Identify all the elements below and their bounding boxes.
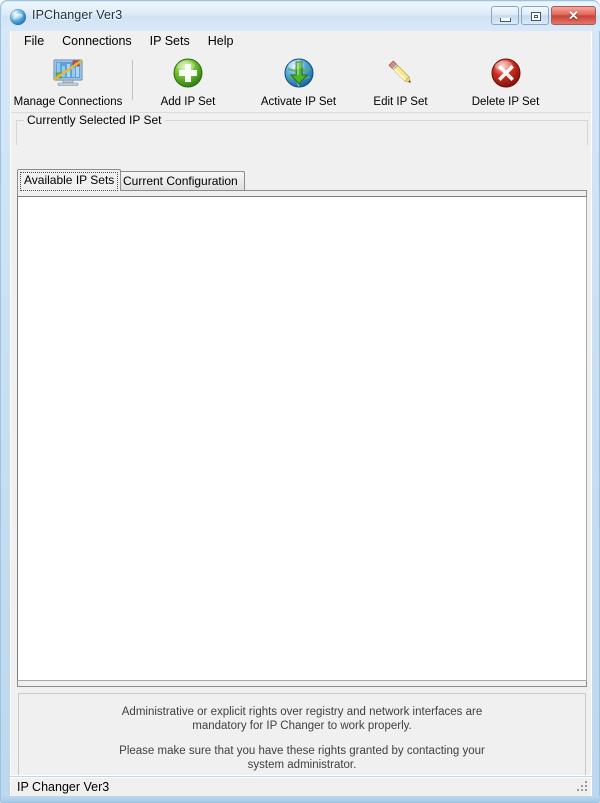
red-x-circle-icon	[491, 58, 520, 88]
globe-green-down-arrow-icon	[284, 58, 313, 88]
tab-available-ip-sets-label: Available IP Sets	[24, 173, 115, 187]
maximize-button[interactable]	[521, 6, 549, 25]
menu-file[interactable]: File	[16, 32, 54, 51]
minimize-icon	[500, 18, 511, 22]
network-monitor-icon	[53, 59, 83, 86]
currently-selected-ip-set-group: Currently Selected IP Set	[16, 113, 588, 145]
status-bar: IP Changer Ver3	[10, 777, 592, 797]
window-bottom-edge	[1, 796, 600, 802]
toolbar-activate-ip-set[interactable]: Activate IP Set	[241, 52, 356, 110]
tab-strip: Available IP Sets Current Configuration	[17, 169, 587, 191]
status-bar-text: IP Changer Ver3	[17, 780, 110, 794]
info-panel: Administrative or explicit rights over r…	[18, 693, 586, 775]
info-line-4: system administrator.	[247, 759, 357, 771]
menu-help[interactable]: Help	[200, 32, 244, 51]
app-globe-icon	[10, 9, 26, 25]
group-title: Currently Selected IP Set	[24, 113, 165, 127]
toolbar-separator	[132, 60, 133, 100]
maximize-icon	[531, 12, 541, 21]
client-area: File Connections IP Sets Help Manage Con…	[10, 31, 592, 776]
window-controls: ✕	[491, 6, 596, 25]
info-line-2: mandatory for IP Changer to work properl…	[192, 720, 412, 732]
info-line-3: Please make sure that you have these rig…	[119, 745, 485, 757]
toolbar-add-ip-set-label: Add IP Set	[160, 96, 216, 108]
title-bar[interactable]: IPChanger Ver3 ✕	[2, 2, 600, 31]
toolbar-edit-ip-set[interactable]: Edit IP Set	[358, 52, 443, 110]
close-button[interactable]: ✕	[551, 6, 596, 25]
tab-available-ip-sets[interactable]: Available IP Sets	[17, 169, 122, 191]
menu-bar: File Connections IP Sets Help	[11, 31, 591, 52]
menu-connections[interactable]: Connections	[54, 32, 142, 51]
toolbar-manage-connections[interactable]: Manage Connections	[11, 52, 125, 110]
info-line-1: Administrative or explicit rights over r…	[121, 706, 483, 718]
toolbar-manage-connections-label: Manage Connections	[13, 96, 123, 108]
resize-grip-icon[interactable]	[575, 781, 588, 794]
ip-sets-listbox[interactable]	[17, 196, 587, 681]
tab-current-configuration-label: Current Configuration	[123, 174, 238, 188]
toolbar-activate-ip-set-label: Activate IP Set	[260, 96, 337, 108]
close-icon: ✕	[568, 8, 579, 23]
tab-current-configuration[interactable]: Current Configuration	[116, 171, 245, 191]
application-window: IPChanger Ver3 ✕ File Connections IP Set…	[0, 0, 600, 803]
green-plus-icon	[173, 58, 203, 88]
pencil-icon	[387, 60, 411, 83]
toolbar-delete-ip-set-label: Delete IP Set	[471, 96, 540, 108]
toolbar-add-ip-set[interactable]: Add IP Set	[143, 52, 233, 110]
toolbar-delete-ip-set[interactable]: Delete IP Set	[453, 52, 558, 110]
toolbar: Manage Connections Add IP Set Activate I…	[11, 52, 591, 113]
menu-ip-sets[interactable]: IP Sets	[142, 32, 200, 51]
info-spacer-2	[19, 772, 585, 775]
toolbar-edit-ip-set-label: Edit IP Set	[373, 96, 428, 108]
window-title: IPChanger Ver3	[32, 8, 123, 22]
minimize-button[interactable]	[491, 6, 519, 25]
